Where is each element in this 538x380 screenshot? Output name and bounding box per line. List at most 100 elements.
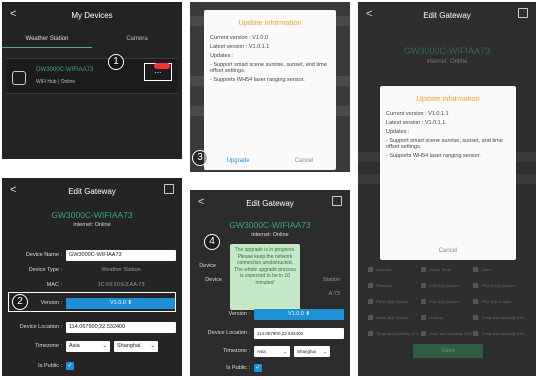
- timezone-city-select[interactable]: Shanghai ⌄: [114, 340, 158, 352]
- tab-weather-station[interactable]: Weather Station: [2, 32, 92, 48]
- update-dialog: Update information Current version : V1.…: [380, 86, 516, 260]
- timezone-row: Timezone : Asia ⌄ Shanghai ⌄: [196, 345, 344, 357]
- update-dialog: Update information Current version : V1.…: [204, 10, 336, 170]
- latest-version: Latest version : V1.0.1.1: [386, 120, 446, 126]
- sensor-option[interactable]: Humidity: [368, 264, 421, 274]
- sensor-option[interactable]: Temp and Humidity CH3: [421, 328, 474, 338]
- mac-partial: A:73: [328, 291, 340, 297]
- gateway-name: GW3000C-WIFIAA73: [51, 210, 133, 220]
- edit-icon[interactable]: [518, 8, 528, 18]
- dialog-buttons: Cancel: [380, 248, 516, 254]
- timezone-row: Timezone : Asia ⌄ Shanghai ⌄: [8, 340, 176, 352]
- sensor-option[interactable]: PM1 AQI Combo: [421, 296, 474, 306]
- update-item: - Support smart scene sunrise, sunset, a…: [386, 138, 503, 150]
- sensor-option[interactable]: Pressure: [368, 280, 421, 290]
- field-label: Device: [205, 277, 222, 283]
- upgrade-button[interactable]: Upgrade: [227, 158, 250, 164]
- edit-gateway-updated-screen: < Edit Gateway GW3000C-WIFIAA73 internet…: [358, 2, 536, 376]
- sensor-option[interactable]: PM10 AQI Combo: [368, 296, 421, 306]
- page-title: My Devices: [71, 10, 113, 20]
- sensor-option[interactable]: Leaking: [421, 312, 474, 322]
- device-status: WiFi Hub | Online: [36, 79, 76, 85]
- gateway-status: internet: Online: [73, 222, 111, 228]
- timezone-region-select[interactable]: Asia ⌄: [66, 340, 110, 352]
- location-input[interactable]: 114.067900,22.532400: [66, 321, 176, 333]
- chevron-down-icon: ⌄: [150, 342, 155, 349]
- field-label: Version :: [228, 311, 250, 317]
- select-value: Shanghai: [297, 348, 317, 354]
- timezone-city-select[interactable]: Shanghai ⌄: [294, 345, 330, 357]
- dialog-buttons: Upgrade Cancel: [204, 158, 336, 164]
- sensor-row: PM10 AQI Combo PM1 AQI Combo PM4 AQI Com…: [368, 296, 526, 306]
- cancel-button[interactable]: Cancel: [439, 248, 458, 254]
- select-value: Asia: [257, 348, 266, 354]
- chevron-down-icon: ⌄: [283, 348, 287, 354]
- public-row: Is Public : ✓: [8, 360, 176, 372]
- back-icon[interactable]: <: [198, 196, 204, 208]
- updates-label: Updates :: [210, 53, 234, 59]
- device-name-row: Device Name : GW3000C-WIFIAA73: [8, 249, 176, 261]
- current-version: Current version : V1.0.0: [210, 35, 269, 41]
- field-label: Timezone :: [222, 348, 250, 354]
- back-icon[interactable]: <: [10, 8, 16, 20]
- device-name-input[interactable]: GW3000C-WIFIAA73: [66, 249, 176, 261]
- page-title: Edit Gateway: [423, 10, 471, 20]
- field-label: Device Location :: [19, 324, 62, 330]
- timezone-region-select[interactable]: Asia ⌄: [254, 345, 290, 357]
- field-label: Timezone :: [34, 343, 62, 349]
- sensor-option[interactable]: Temp and Humidity CH2: [368, 328, 421, 338]
- device-card[interactable]: GW3000C-WIFIAA73 WiFi Hub | Online ...: [6, 58, 178, 94]
- cancel-button[interactable]: Cancel: [295, 158, 314, 164]
- sensor-row: Humidity Indoor Temp Wind: [368, 264, 526, 274]
- latest-version: Latest version : V1.0.1.1: [210, 44, 270, 50]
- gateway-name: GW3000C-WIFIAA73: [229, 220, 311, 230]
- gateway-name: GW3000C-WIFIAA73: [403, 46, 491, 56]
- header: < Edit Gateway: [190, 190, 350, 216]
- location-row: Device Location : 114.067900,22.532400: [196, 327, 344, 339]
- device-tabs: Weather Station Camera: [2, 32, 182, 48]
- mac-value: 1C:69:20:E3:AA:73: [97, 282, 145, 288]
- back-icon[interactable]: <: [366, 8, 372, 20]
- sensor-option[interactable]: Water AQI Combo: [368, 312, 421, 322]
- version-update-button[interactable]: V1.0.0 ⬆: [254, 308, 344, 320]
- tab-camera[interactable]: Camera: [92, 32, 182, 48]
- back-icon[interactable]: <: [10, 184, 16, 196]
- edit-icon[interactable]: [164, 184, 174, 194]
- location-row: Device Location : 114.067900,22.532400: [8, 321, 176, 333]
- sensor-row: Pressure CO2 AQI Combo PM2.5 AQI Combo: [368, 280, 526, 290]
- step-marker: 1: [108, 54, 124, 70]
- location-input[interactable]: 114.067900,22.532400: [254, 327, 344, 339]
- my-devices-screen: < My Devices Weather Station Camera GW30…: [2, 2, 182, 159]
- dialog-title: Update information: [416, 94, 480, 103]
- update-item: - Support smart scene sunrise, sunset, a…: [210, 62, 327, 74]
- public-checkbox[interactable]: ✓: [66, 362, 74, 370]
- update-item: - Supports WH54 laser ranging sensor.: [210, 77, 305, 83]
- device-type-value: Weather Station: [101, 267, 141, 273]
- highlight-box: [8, 292, 176, 312]
- update-item: - Supports WH54 laser ranging sensor.: [386, 153, 481, 159]
- sensor-option[interactable]: Temp and Humidity CH4: [473, 328, 526, 338]
- sensor-option[interactable]: Indoor Temp: [421, 264, 474, 274]
- sensor-option[interactable]: Temp and Humidity CH1: [473, 312, 526, 322]
- field-label: Is Public :: [226, 365, 250, 371]
- save-button[interactable]: Save: [413, 344, 483, 358]
- edit-icon[interactable]: [332, 196, 342, 206]
- version-row: Version : V1.0.0 ⬆: [196, 308, 344, 320]
- sensor-option[interactable]: Wind: [473, 264, 526, 274]
- update-dialog-screen: Update information Current version : V1.…: [190, 2, 350, 172]
- header: < Edit Gateway: [2, 178, 182, 204]
- dialog-title: Update information: [238, 18, 302, 27]
- current-version: Current version : V1.0.1.1: [386, 111, 449, 117]
- select-value: Shanghai: [117, 342, 141, 349]
- sensor-option[interactable]: CO2 AQI Combo: [421, 280, 474, 290]
- step-marker: 2: [12, 294, 28, 310]
- field-label: Is Public :: [38, 363, 62, 369]
- step-marker: 4: [204, 234, 220, 250]
- sensor-option[interactable]: PM4 AQI Combo: [473, 296, 526, 306]
- upgrade-progress-toast: The upgrade is in progress. Please keep …: [230, 244, 300, 310]
- sensor-option[interactable]: PM2.5 AQI Combo: [473, 280, 526, 290]
- field-label: Device Type :: [28, 267, 62, 273]
- field-label: Device Name :: [25, 252, 62, 258]
- mac-row: MAC : 1C:69:20:E3:AA:73: [8, 279, 176, 291]
- public-checkbox[interactable]: ✓: [254, 364, 262, 372]
